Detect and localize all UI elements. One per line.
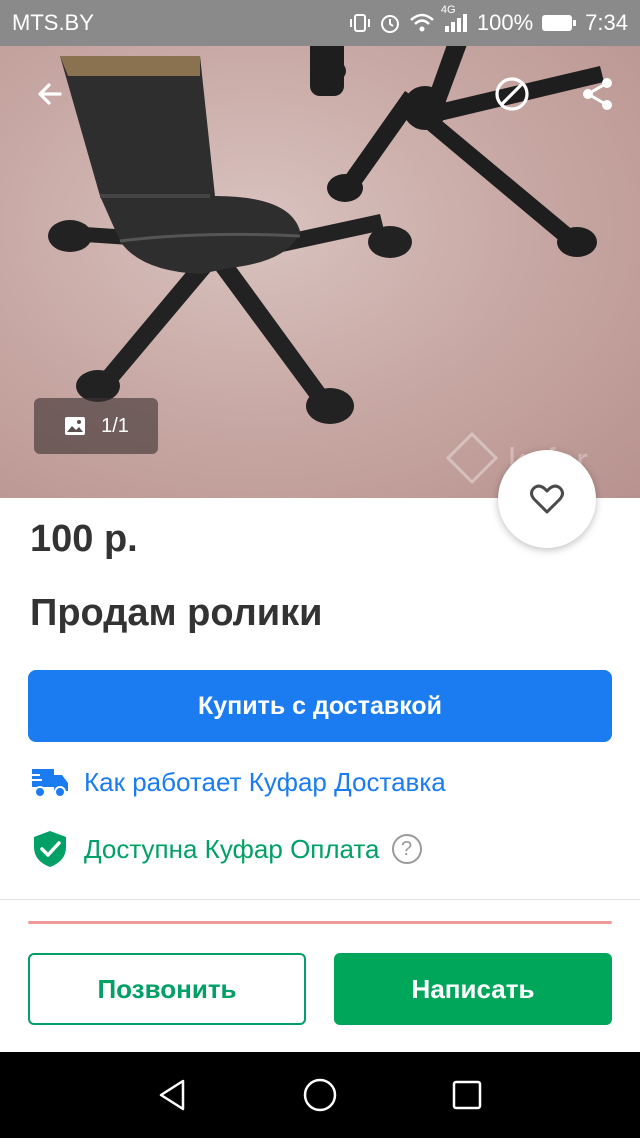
payment-info: Доступна Куфар Оплата ? [30,829,422,869]
share-button[interactable] [570,66,626,122]
battery-percent: 100% [476,10,534,35]
status-bar: MTS.BY 4G 100% 7:34 [0,0,640,46]
buy-with-delivery-button[interactable]: Купить с доставкой [28,670,612,742]
alarm-icon [379,12,401,34]
system-nav-bar [0,1052,640,1138]
partial-section-border [28,921,612,924]
truck-icon [30,769,68,798]
contact-panel: Позвонить Написать [0,928,640,1052]
carrier-name: MTS.BY [12,10,94,35]
shield-check-icon [34,831,66,867]
payment-info-label: Доступна Куфар Оплата [84,833,380,864]
image-icon [65,417,86,435]
clock: 7:34 [585,10,628,35]
network-type: 4G [440,4,456,16]
back-arrow-icon [38,83,62,105]
section-divider [0,899,640,900]
nav-back-button[interactable] [143,1065,203,1125]
wifi-icon [409,12,435,34]
back-button[interactable] [22,66,78,122]
listing-title: Продам ролики [30,592,323,634]
photo-counter-label: 1/1 [101,414,129,437]
delivery-info-label[interactable]: Как работает Куфар Доставка [84,767,446,798]
heart-icon [530,484,564,514]
help-icon[interactable]: ? [391,834,422,864]
block-icon [495,77,529,111]
nav-home-button[interactable] [290,1065,350,1125]
listing-price: 100 р. [30,518,138,560]
write-message-button[interactable]: Написать [334,953,612,1025]
call-button[interactable]: Позвонить [28,953,306,1025]
signal-icon: 4G [441,4,469,34]
nav-recents-icon [452,1080,481,1110]
nav-recents-button[interactable] [437,1065,497,1125]
delivery-info-link[interactable]: Как работает Куфар Доставка [30,765,446,799]
nav-back-icon [160,1079,185,1111]
status-icons: 4G 100% 7:34 [349,4,628,36]
nav-home-icon [303,1078,337,1112]
block-button[interactable] [484,66,540,122]
battery-icon [541,13,577,33]
photo-counter[interactable]: 1/1 [34,398,158,454]
vibrate-icon [349,12,371,34]
listing-photo[interactable]: kufar 1/1 [0,46,640,498]
kufar-watermark-logo [445,431,499,485]
favorite-button[interactable] [498,450,596,548]
share-icon [583,78,612,110]
